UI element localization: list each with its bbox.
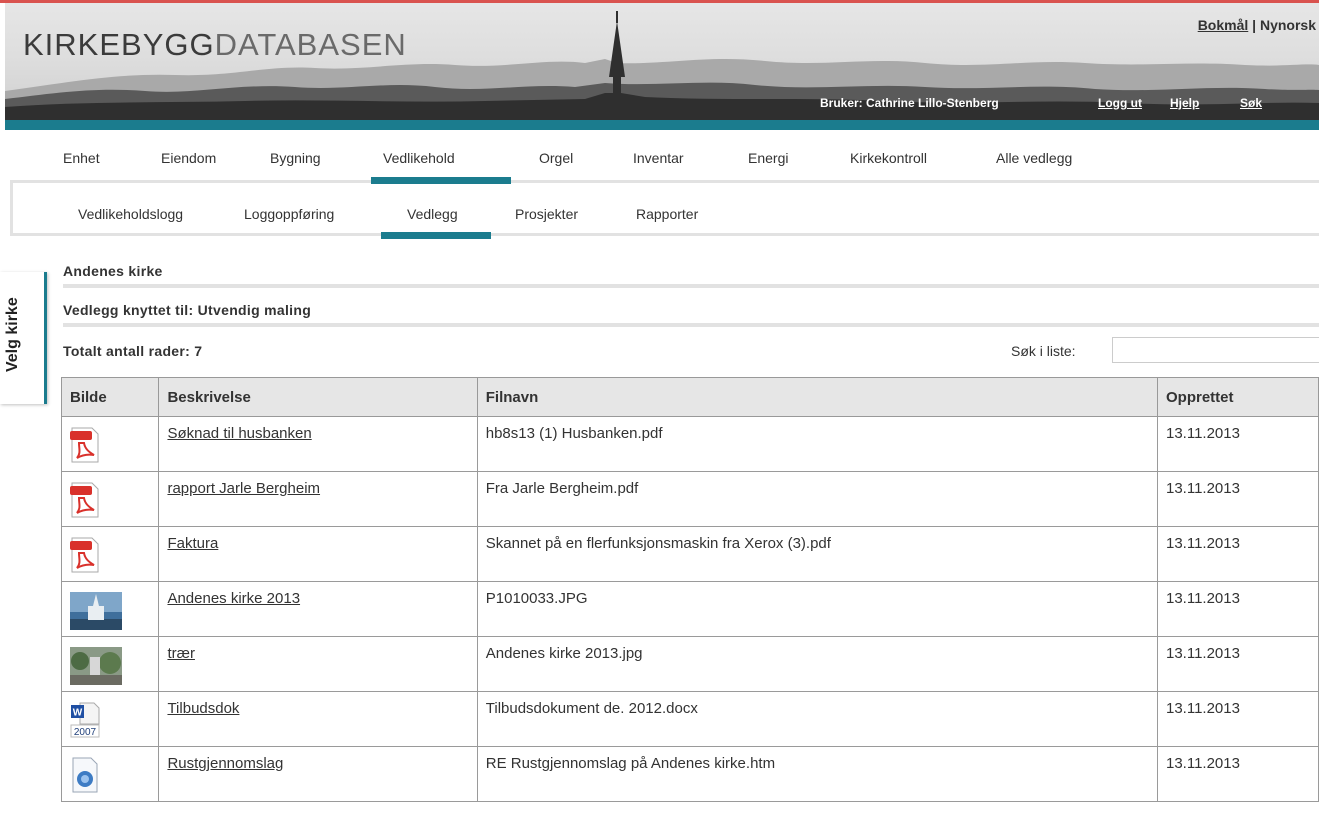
column-header-filnavn[interactable]: Filnavn [476,377,1159,417]
tab-enhet[interactable]: Enhet [63,150,100,166]
user-name: Bruker: Cathrine Lillo-Stenberg [820,96,999,110]
main-tab-active-indicator [371,177,511,184]
tab-alle-vedlegg[interactable]: Alle vedlegg [996,150,1072,166]
svg-text:2007: 2007 [74,727,97,738]
table-header-row: Bilde Beskrivelse Filnavn Opprettet [60,377,1319,417]
description-link[interactable]: Faktura [167,535,218,552]
row-created-date: 13.11.2013 [1157,416,1319,472]
search-link-wrap: Søk [1240,96,1262,110]
row-description-cell: Tilbudsdok [158,691,478,747]
pdf-icon[interactable] [70,537,100,573]
row-filename: Andenes kirke 2013.jpg [476,636,1159,692]
tab-kirkekontroll[interactable]: Kirkekontroll [850,150,927,166]
row-description-cell: Rustgjennomslag [158,746,478,802]
church-title: Andenes kirke [63,263,163,279]
table-row: Rustgjennomslag RE Rustgjennomslag på An… [60,746,1319,802]
row-description-cell: rapport Jarle Bergheim [158,471,478,527]
tab-bygning[interactable]: Bygning [270,150,321,166]
logout-link[interactable]: Logg ut [1098,96,1142,110]
description-link[interactable]: Søknad til husbanken [167,425,311,442]
row-created-date: 13.11.2013 [1157,636,1319,692]
row-thumbnail-cell: W 2007 [60,691,160,747]
row-filename: Fra Jarle Bergheim.pdf [476,471,1159,527]
row-description-cell: Andenes kirke 2013 [158,581,478,637]
web-page-icon[interactable] [70,757,100,793]
pdf-icon[interactable] [70,482,100,518]
help-link-wrap: Hjelp [1170,96,1199,110]
tab-orgel[interactable]: Orgel [539,150,573,166]
pdf-icon[interactable] [70,427,100,463]
church-photo-thumbnail[interactable] [70,592,122,630]
row-filename: Tilbudsdokument de. 2012.docx [476,691,1159,747]
row-filename: P1010033.JPG [476,581,1159,637]
linked-to-heading: Vedlegg knyttet til: Utvendig maling [63,302,312,318]
description-link[interactable]: trær [167,645,195,662]
column-header-beskrivelse[interactable]: Beskrivelse [158,377,478,417]
row-filename: RE Rustgjennomslag på Andenes kirke.htm [476,746,1159,802]
row-description-cell: Søknad til husbanken [158,416,478,472]
subtab-vedlegg[interactable]: Vedlegg [407,206,458,222]
divider [63,284,1319,288]
divider [63,323,1319,327]
total-rows-count: Totalt antall rader: 7 [63,343,203,359]
table-row: Andenes kirke 2013 P1010033.JPG 13.11.20… [60,581,1319,637]
site-header: KIRKEBYGGDATABASEN Bokmål | Nynorsk Bruk… [5,3,1319,120]
table-row: Faktura Skannet på en flerfunksjonsmaski… [60,526,1319,582]
subtab-rapporter[interactable]: Rapporter [636,206,698,222]
tab-vedlikehold[interactable]: Vedlikehold [383,150,455,166]
sub-tab-active-indicator [381,232,491,239]
description-link[interactable]: Tilbudsdok [167,700,239,717]
row-created-date: 13.11.2013 [1157,471,1319,527]
table-row: trær Andenes kirke 2013.jpg 13.11.2013 [60,636,1319,692]
row-thumbnail-cell [60,581,160,637]
description-link[interactable]: rapport Jarle Bergheim [167,480,320,497]
column-header-bilde[interactable]: Bilde [60,377,160,417]
lang-separator: | [1248,17,1260,33]
description-link[interactable]: Andenes kirke 2013 [167,590,300,607]
row-created-date: 13.11.2013 [1157,526,1319,582]
table-row: W 2007 Tilbudsdok Tilbudsdokument de. 20… [60,691,1319,747]
word-2007-icon[interactable]: W 2007 [70,702,100,738]
tab-inventar[interactable]: Inventar [633,150,684,166]
row-thumbnail-cell [60,636,160,692]
attachments-table: Bilde Beskrivelse Filnavn Opprettet Søkn… [60,377,1319,802]
subtab-loggoppforing[interactable]: Loggoppføring [244,206,334,222]
row-description-cell: trær [158,636,478,692]
lang-bokmal-link[interactable]: Bokmål [1198,17,1249,33]
list-search-label: Søk i liste: [1011,343,1076,359]
help-link[interactable]: Hjelp [1170,96,1199,110]
main-tabs: Enhet Eiendom Bygning Vedlikehold Orgel … [0,130,1319,180]
tab-energi[interactable]: Energi [748,150,788,166]
language-switcher: Bokmål | Nynorsk [1198,17,1316,33]
select-church-label: Velg kirke [4,297,21,372]
row-description-cell: Faktura [158,526,478,582]
row-thumbnail-cell [60,526,160,582]
logout-link-wrap: Logg ut [1098,96,1142,110]
svg-text:W: W [73,708,83,719]
column-header-opprettet[interactable]: Opprettet [1157,377,1319,417]
row-filename: hb8s13 (1) Husbanken.pdf [476,416,1159,472]
logo-primary-text: KIRKEBYGG [23,27,215,62]
row-created-date: 13.11.2013 [1157,691,1319,747]
logo-secondary-text: DATABASEN [214,27,407,62]
trees-photo-thumbnail[interactable] [70,647,122,685]
row-created-date: 13.11.2013 [1157,581,1319,637]
site-logo[interactable]: KIRKEBYGGDATABASEN [23,27,407,63]
description-link[interactable]: Rustgjennomslag [167,755,283,772]
row-thumbnail-cell [60,416,160,472]
row-thumbnail-cell [60,746,160,802]
row-filename: Skannet på en flerfunksjonsmaskin fra Xe… [476,526,1159,582]
search-link[interactable]: Søk [1240,96,1262,110]
row-created-date: 13.11.2013 [1157,746,1319,802]
row-thumbnail-cell [60,471,160,527]
lang-nynorsk-link[interactable]: Nynorsk [1260,17,1316,33]
select-church-side-tab[interactable]: Velg kirke [0,272,47,404]
tab-eiendom[interactable]: Eiendom [161,150,216,166]
subtab-prosjekter[interactable]: Prosjekter [515,206,578,222]
list-search-input[interactable] [1112,337,1319,363]
table-row: Søknad til husbanken hb8s13 (1) Husbanke… [60,416,1319,472]
header-accent-bar [5,120,1319,130]
table-row: rapport Jarle Bergheim Fra Jarle Berghei… [60,471,1319,527]
subtab-vedlikeholdslogg[interactable]: Vedlikeholdslogg [78,206,183,222]
